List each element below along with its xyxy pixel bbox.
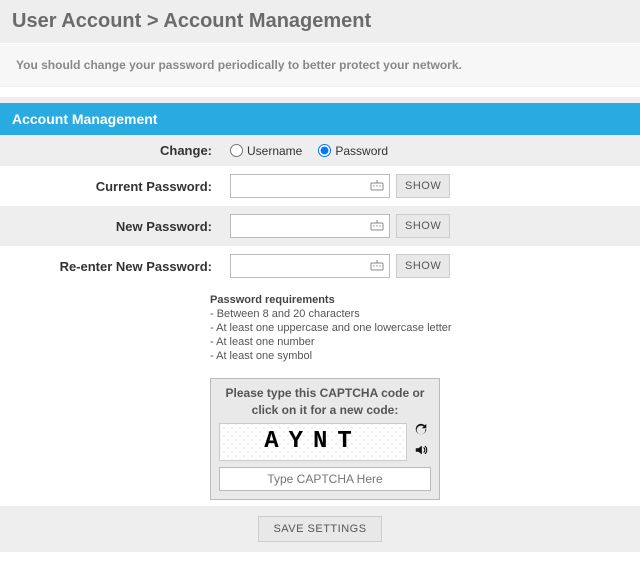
breadcrumb-separator: > [147, 10, 159, 32]
radio-username-label: Username [247, 144, 302, 158]
captcha-input[interactable] [219, 467, 431, 491]
reenter-password-input[interactable] [230, 254, 390, 278]
requirement-line: - At least one number [210, 336, 640, 348]
label-reenter-password: Re-enter New Password: [10, 259, 230, 274]
captcha-instruction: Please type this CAPTCHA code or click o… [219, 385, 431, 419]
new-password-input[interactable] [230, 214, 390, 238]
radio-username[interactable]: Username [230, 144, 302, 158]
row-change: Change: Username Password [0, 135, 640, 166]
password-requirements: Password requirements - Between 8 and 20… [210, 286, 640, 372]
label-change: Change: [10, 143, 230, 158]
radio-password-label: Password [335, 144, 388, 158]
breadcrumb-segment-2: Account Management [163, 10, 371, 32]
save-row: SAVE SETTINGS [0, 506, 640, 552]
page-header: User Account > Account Management [0, 0, 640, 43]
label-current-password: Current Password: [10, 179, 230, 194]
label-new-password: New Password: [10, 219, 230, 234]
section-title: Account Management [0, 103, 640, 135]
show-new-button[interactable]: SHOW [396, 214, 450, 238]
speaker-icon [414, 443, 428, 460]
notice-text: You should change your password periodic… [0, 43, 640, 87]
refresh-icon [414, 423, 428, 440]
row-current-password: Current Password: SHOW [0, 166, 640, 206]
row-reenter-password: Re-enter New Password: SHOW [0, 246, 640, 286]
requirement-line: - Between 8 and 20 characters [210, 308, 640, 320]
captcha-refresh-button[interactable] [411, 423, 431, 441]
show-current-button[interactable]: SHOW [396, 174, 450, 198]
captcha-audio-button[interactable] [411, 443, 431, 461]
captcha-box: Please type this CAPTCHA code or click o… [210, 378, 440, 500]
radio-password-input[interactable] [318, 144, 331, 157]
breadcrumb: User Account > Account Management [12, 10, 628, 33]
requirement-line: - At least one uppercase and one lowerca… [210, 322, 640, 334]
radio-password[interactable]: Password [318, 144, 388, 158]
radio-username-input[interactable] [230, 144, 243, 157]
requirement-line: - At least one symbol [210, 350, 640, 362]
requirements-title: Password requirements [210, 294, 640, 306]
breadcrumb-segment-1: User Account [12, 10, 141, 32]
row-new-password: New Password: SHOW [0, 206, 640, 246]
save-settings-button[interactable]: SAVE SETTINGS [258, 516, 381, 542]
captcha-image[interactable]: AYNT [219, 423, 407, 461]
show-reenter-button[interactable]: SHOW [396, 254, 450, 278]
current-password-input[interactable] [230, 174, 390, 198]
